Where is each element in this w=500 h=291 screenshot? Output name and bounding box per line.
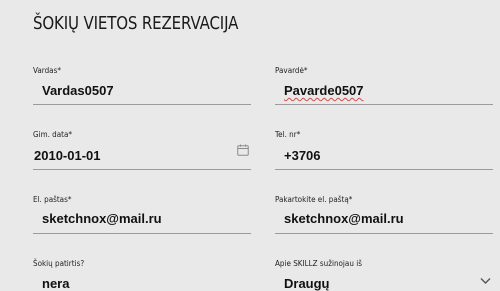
email-input[interactable]: sketchnox@mail.ru [42, 211, 162, 226]
email-label: El. paštas* [33, 195, 72, 204]
experience-input[interactable]: nera [42, 276, 69, 291]
source-select[interactable]: Draugų [284, 276, 330, 291]
first-name-input[interactable]: Vardas0507 [42, 83, 114, 98]
birth-date-label: Gim. data* [33, 130, 72, 139]
phone-underline [275, 169, 493, 170]
last-name-input[interactable]: Pavarde0507 [284, 83, 364, 98]
page-title: ŠOKIŲ VIETOS REZERVACIJA [33, 14, 239, 34]
chevron-down-icon[interactable] [480, 277, 491, 285]
phone-input[interactable]: +3706 [284, 148, 321, 163]
birth-date-underline [33, 169, 251, 170]
calendar-icon[interactable] [237, 144, 249, 156]
birth-date-input[interactable]: 2010-01-01 [34, 148, 101, 163]
email-repeat-input[interactable]: sketchnox@mail.ru [284, 211, 404, 226]
source-label: Apie SKILLZ sužinojau iš [275, 259, 362, 268]
email-repeat-underline [275, 233, 493, 234]
first-name-label: Vardas* [33, 66, 61, 75]
phone-label: Tel. nr* [275, 130, 301, 139]
email-underline [33, 233, 251, 234]
email-repeat-label: Pakartokite el. paštą* [275, 195, 353, 204]
experience-label: Šokių patirtis? [33, 259, 85, 268]
last-name-underline [275, 104, 493, 105]
first-name-underline [33, 104, 251, 105]
last-name-label: Pavardė* [275, 66, 308, 75]
